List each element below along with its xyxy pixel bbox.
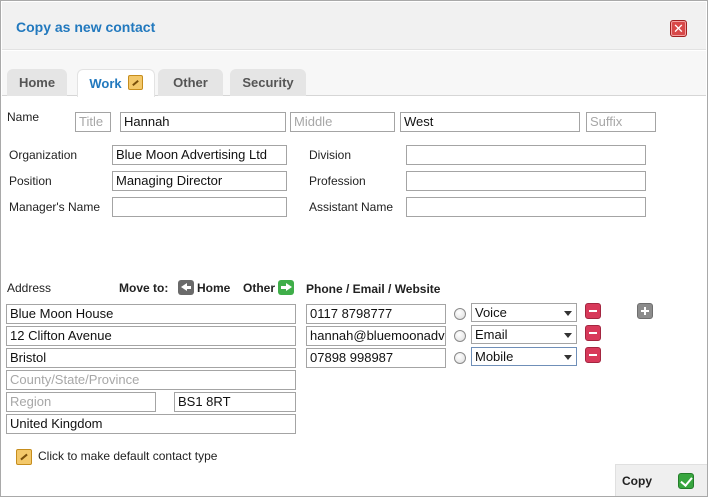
manager-label: Manager's Name [9,200,100,214]
close-icon[interactable]: ✕ [670,20,687,37]
address-line2-field[interactable]: 12 Clifton Avenue [6,326,296,346]
position-label: Position [9,174,52,188]
copy-contact-dialog: Copy as new contact ✕ Home Work Other Se… [0,0,708,497]
address-line1-field[interactable]: Blue Moon House [6,304,296,324]
tab-other[interactable]: Other [158,69,223,96]
suffix-field[interactable]: Suffix [586,112,656,132]
default-contact-note: Click to make default contact type [38,449,218,463]
default-radio[interactable] [454,330,466,342]
contact-value-field[interactable]: 07898 998987 [306,348,446,368]
move-home-link[interactable]: Home [197,281,230,295]
contact-type-select[interactable]: Mobile [471,347,577,366]
arrow-right-icon[interactable] [278,280,294,295]
assistant-label: Assistant Name [309,200,394,214]
contact-type-select[interactable]: Voice [471,303,577,322]
add-icon[interactable] [637,303,653,319]
tab-work[interactable]: Work [77,69,155,97]
chevron-down-icon [564,333,572,338]
country-field[interactable]: United Kingdom [6,414,296,434]
chevron-down-icon [564,311,572,316]
tab-home[interactable]: Home [7,69,67,96]
default-contact-type-icon[interactable] [16,449,32,465]
move-other-link[interactable]: Other [243,281,275,295]
chevron-down-icon [564,355,572,360]
contact-methods-heading: Phone / Email / Website [306,282,441,296]
address-label: Address [7,281,52,295]
division-label: Division [309,148,352,162]
copy-button[interactable]: Copy [615,464,707,496]
first-name-field[interactable]: Hannah [120,112,286,132]
profession-label: Profession [309,174,366,188]
name-label: Name [7,110,40,124]
title-field[interactable]: Title [75,112,111,132]
contact-value-field[interactable]: hannah@bluemoonadv [306,326,446,346]
remove-icon[interactable] [585,325,601,341]
organization-field[interactable]: Blue Moon Advertising Ltd [112,145,287,165]
default-radio[interactable] [454,308,466,320]
division-field[interactable] [406,145,646,165]
edit-icon [127,75,143,90]
dialog-title: Copy as new contact [16,19,156,35]
tab-security[interactable]: Security [230,69,306,96]
contact-type-select[interactable]: Email [471,325,577,344]
last-name-field[interactable]: West [400,112,580,132]
manager-field[interactable] [112,197,287,217]
middle-name-field[interactable]: Middle [290,112,395,132]
assistant-field[interactable] [406,197,646,217]
region-field[interactable]: Region [6,392,156,412]
copy-button-label: Copy [622,474,652,488]
city-field[interactable]: Bristol [6,348,296,368]
move-to-label: Move to: [119,281,169,295]
remove-icon[interactable] [585,303,601,319]
contact-value-field[interactable]: 0117 8798777 [306,304,446,324]
check-icon [678,473,694,489]
remove-icon[interactable] [585,347,601,363]
county-field[interactable]: County/State/Province [6,370,296,390]
organization-label: Organization [9,148,78,162]
default-radio[interactable] [454,352,466,364]
postcode-field[interactable]: BS1 8RT [174,392,296,412]
position-field[interactable]: Managing Director [112,171,287,191]
profession-field[interactable] [406,171,646,191]
arrow-left-icon[interactable] [178,280,194,295]
dialog-titlebar: Copy as new contact ✕ [2,2,706,50]
